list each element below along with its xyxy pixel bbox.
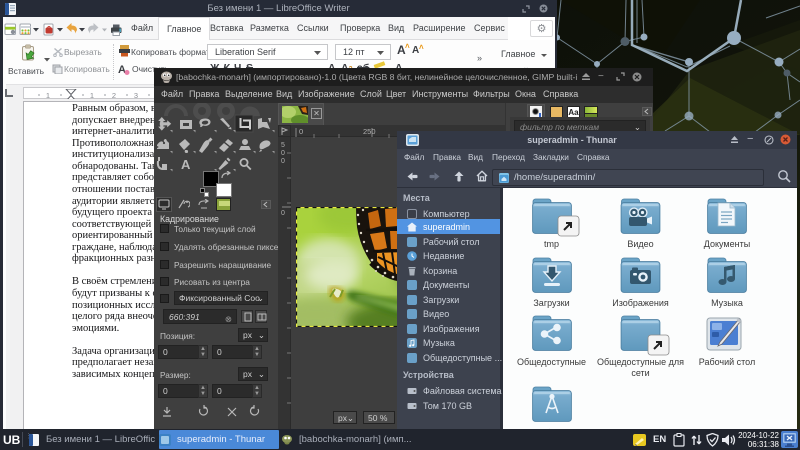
svg-text:Музыка: Музыка <box>711 298 743 308</box>
svg-text:Общедоступные для: Общедоступные для <box>597 357 684 367</box>
svg-text:0: 0 <box>281 210 285 217</box>
svg-text:сети: сети <box>631 368 649 378</box>
svg-text:Загрузки: Загрузки <box>533 298 569 308</box>
svg-text:5: 5 <box>281 142 285 149</box>
svg-text:0: 0 <box>281 150 285 157</box>
svg-text:Документы: Документы <box>704 239 750 249</box>
svg-text:Видео: Видео <box>627 239 653 249</box>
svg-text:0: 0 <box>281 158 285 165</box>
svg-text:Общедоступные: Общедоступные <box>517 357 586 367</box>
svg-text:0: 0 <box>299 127 303 136</box>
svg-text:250: 250 <box>363 127 376 136</box>
svg-text:Изображения: Изображения <box>612 298 669 308</box>
svg-text:Рабочий стол: Рабочий стол <box>699 357 756 367</box>
svg-text:tmp: tmp <box>544 239 559 249</box>
svg-text:A: A <box>181 157 191 172</box>
